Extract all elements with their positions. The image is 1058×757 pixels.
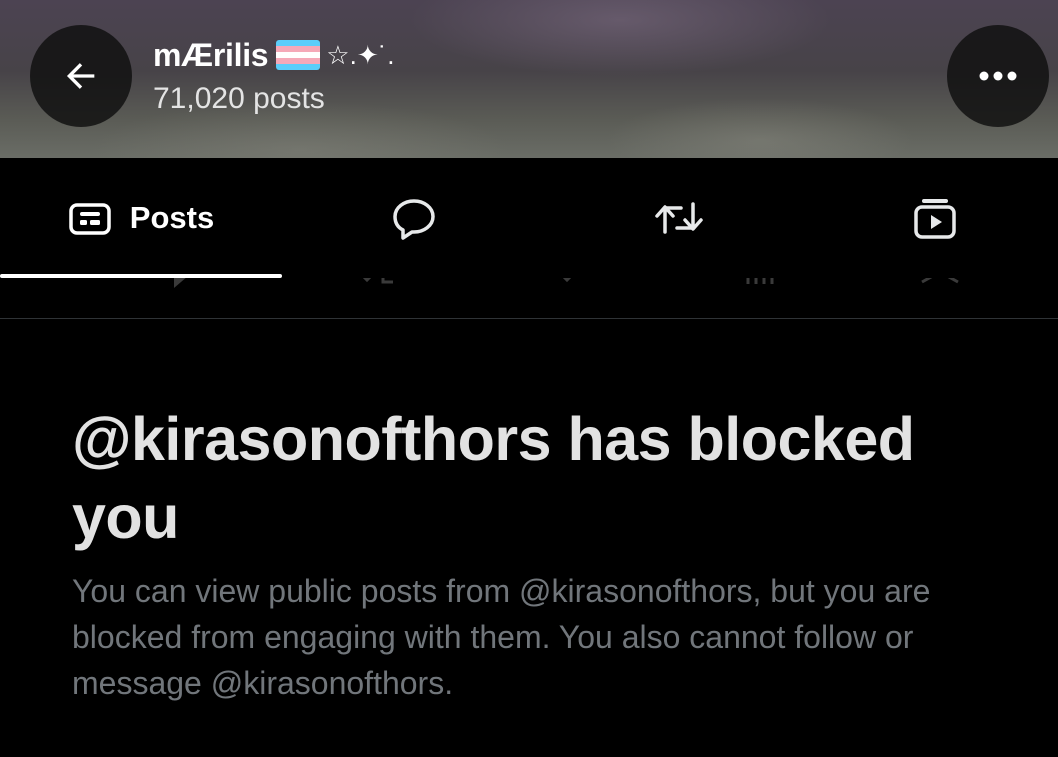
back-button[interactable] — [30, 25, 132, 127]
arrow-left-icon — [66, 63, 95, 89]
profile-header: mÆrilis ☆.✦˙. 71,020 posts — [0, 0, 1058, 158]
chevron-down-icon — [562, 278, 572, 283]
posts-icon — [69, 203, 111, 235]
more-options-button[interactable] — [947, 25, 1049, 127]
tab-media[interactable] — [812, 158, 1058, 278]
play-icon — [174, 278, 186, 288]
tab-posts-label: Posts — [129, 200, 215, 235]
divider — [0, 318, 1058, 319]
post-count: 71,020 posts — [153, 82, 325, 115]
blocked-title: @kirasonofthors has blocked you — [72, 405, 915, 551]
tab-replies[interactable] — [282, 158, 546, 278]
bars-icon — [746, 278, 774, 284]
tab-reposts[interactable] — [546, 158, 812, 278]
circle-icon — [1028, 278, 1048, 288]
replies-icon — [393, 199, 435, 240]
display-name: mÆrilis — [153, 36, 269, 73]
profile-title-block: mÆrilis ☆.✦˙. 71,020 posts — [153, 34, 394, 116]
media-icon — [914, 199, 956, 239]
blocked-description: You can view public posts from @kirasono… — [72, 573, 931, 701]
obscured-toolbar-remnants — [0, 278, 1058, 296]
more-horizontal-icon — [979, 71, 1017, 81]
tab-posts[interactable]: Posts — [0, 158, 282, 278]
trans-flag-icon — [276, 40, 321, 70]
name-decoration: ☆.✦˙. — [326, 39, 395, 70]
profile-tabs: Posts — [0, 158, 1058, 278]
arrow-icon — [921, 278, 959, 284]
reposts-icon — [655, 202, 703, 234]
chevron-down-icon — [362, 278, 393, 284]
